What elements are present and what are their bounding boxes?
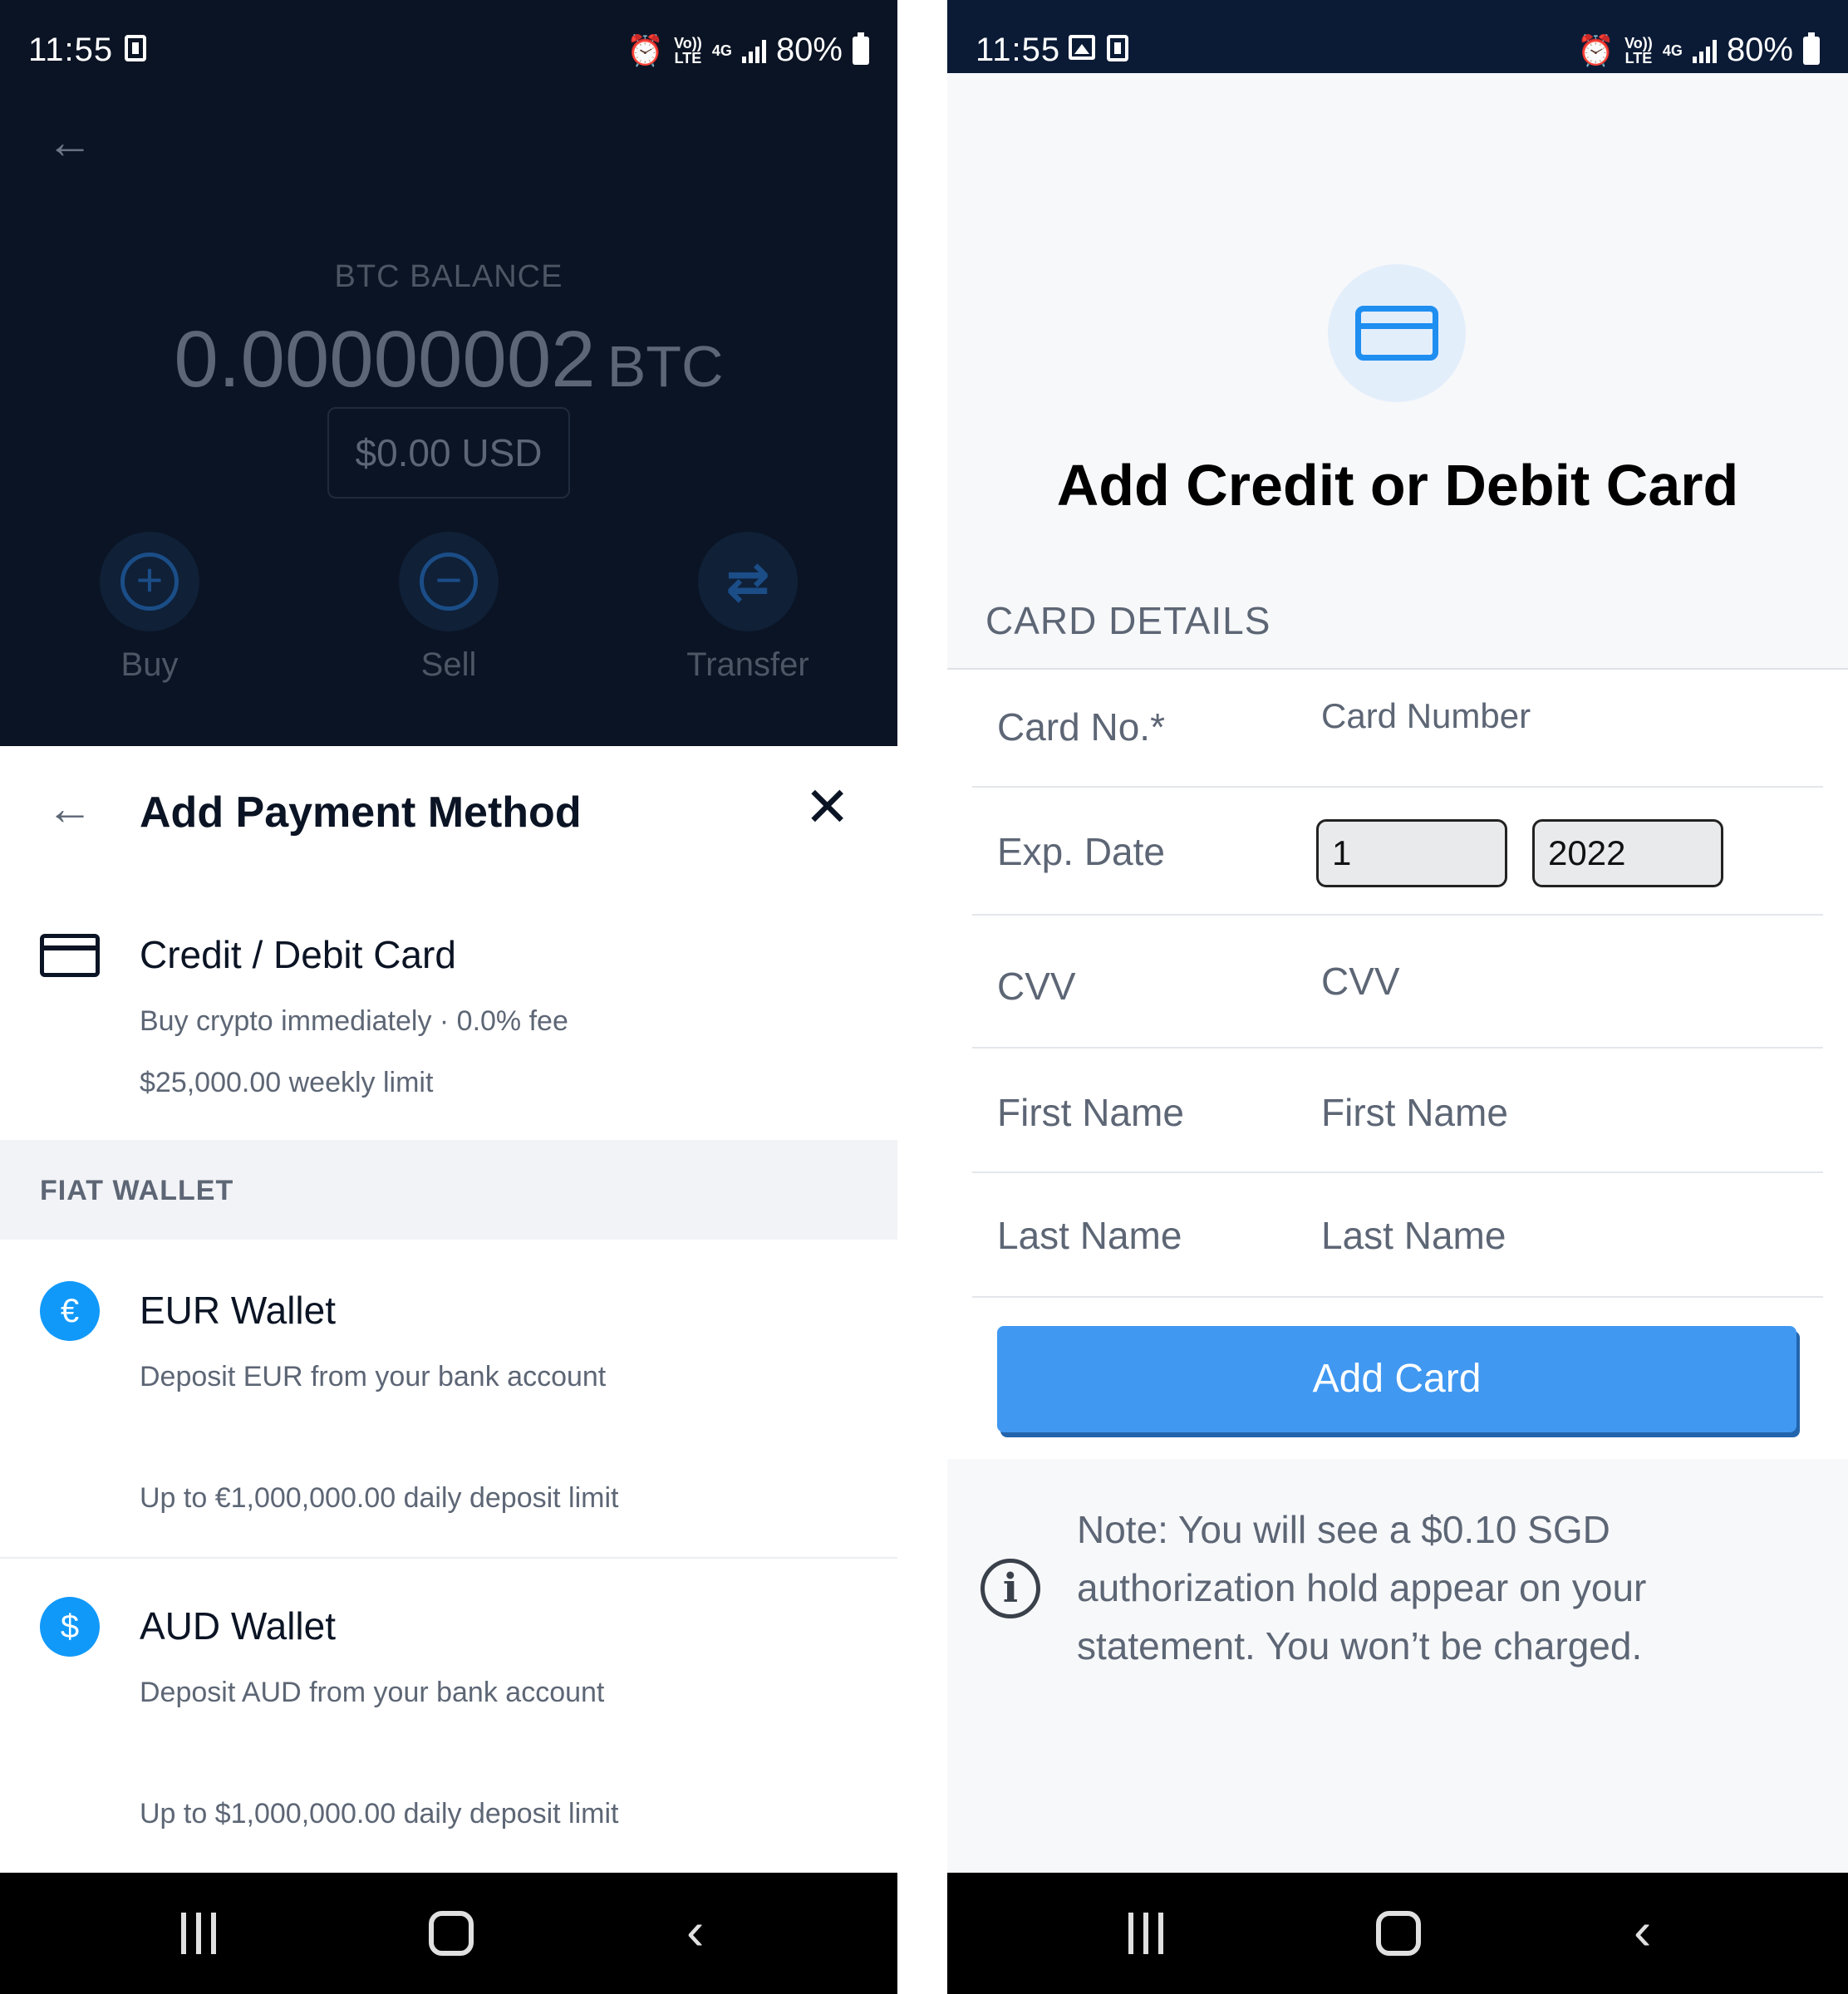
transfer-button[interactable]: ⇄ Transfer	[686, 532, 809, 683]
last-name-label: Last Name	[997, 1214, 1182, 1257]
nfc-icon	[1107, 35, 1128, 61]
system-nav-bar: ‹	[0, 1873, 897, 1994]
alarm-icon: ⏰	[627, 32, 664, 67]
nav-back-icon[interactable]: ‹	[1634, 1904, 1651, 1957]
volte-icon: Vo)) LTE	[1624, 34, 1653, 66]
sheet-title: Add Payment Method	[140, 788, 582, 837]
status-bar: 11:55 ⏰ Vo)) LTE 4G 80%	[947, 0, 1848, 73]
balance-value: 0.00000002	[174, 315, 596, 404]
exp-date-row: Exp. Date 1 2022	[972, 788, 1823, 916]
transfer-arrows-icon: ⇄	[725, 551, 770, 611]
plus-circle-icon: +	[120, 553, 179, 611]
add-card-screen: 11:55 ⏰ Vo)) LTE 4G 80% Add Credit or De…	[947, 0, 1848, 1994]
first-name-input[interactable]: First Name	[1321, 1090, 1508, 1135]
add-card-button[interactable]: Add Card	[997, 1326, 1796, 1432]
first-name-label: First Name	[997, 1091, 1184, 1134]
battery-icon	[1803, 32, 1820, 65]
last-name-input[interactable]: Last Name	[1321, 1213, 1506, 1258]
volte-icon: Vo)) LTE	[674, 34, 702, 66]
card-option-title: Credit / Debit Card	[140, 933, 456, 976]
back-arrow-icon[interactable]: ←	[47, 115, 93, 169]
home-icon[interactable]	[429, 1911, 474, 1956]
cvv-label: CVV	[997, 965, 1076, 1008]
wallet-header: 11:55 ⏰ Vo)) LTE 4G 80% ← BTC BALANCE 0.…	[0, 0, 897, 746]
network-type-icon: 4G	[1662, 42, 1683, 59]
sell-label: Sell	[420, 646, 477, 683]
add-payment-sheet: ← Add Payment Method ✕ Credit / Debit Ca…	[0, 746, 897, 1873]
cvv-row: CVV CVV	[972, 916, 1823, 1049]
fiat-balance[interactable]: $0.00 USD	[327, 407, 570, 498]
page-title: Add Credit or Debit Card	[1056, 453, 1739, 518]
fiat-wallet-section: FIAT WALLET	[0, 1140, 897, 1240]
sheet-back-arrow-icon[interactable]: ←	[47, 781, 93, 835]
buy-label: Buy	[120, 646, 179, 683]
balance-amount: 0.00000002 BTC	[0, 314, 897, 405]
exp-year-select[interactable]: 2022	[1532, 819, 1723, 887]
dollar-icon: $	[40, 1597, 100, 1657]
credit-card-icon	[1355, 306, 1438, 361]
euro-icon: €	[40, 1281, 100, 1341]
buy-button[interactable]: + Buy	[100, 532, 199, 683]
status-time: 11:55	[28, 32, 114, 68]
screen-gap	[897, 0, 947, 1994]
card-badge	[1328, 264, 1466, 402]
aud-wallet-limit: Up to $1,000,000.00 daily deposit limit	[140, 1798, 619, 1829]
last-name-row: Last Name Last Name	[972, 1173, 1823, 1298]
exp-date-label: Exp. Date	[997, 830, 1165, 873]
eur-wallet-subtitle: Deposit EUR from your bank account	[140, 1361, 607, 1392]
payment-method-screen: 11:55 ⏰ Vo)) LTE 4G 80% ← BTC BALANCE 0.…	[0, 0, 897, 1994]
section-label: CARD DETAILS	[985, 599, 1271, 642]
transfer-label: Transfer	[686, 646, 809, 683]
credit-card-icon	[40, 934, 100, 977]
authorization-note: Note: You will see a $0.10 SGD authoriza…	[1077, 1508, 1647, 1667]
first-name-row: First Name First Name	[972, 1049, 1823, 1173]
signal-icon	[741, 38, 766, 63]
section-label: FIAT WALLET	[40, 1175, 234, 1206]
card-form: Card No.* Card Number Exp. Date 1 2022 C…	[947, 668, 1848, 1459]
nav-back-icon[interactable]: ‹	[686, 1904, 704, 1957]
card-number-row: Card No.* Card Number	[972, 670, 1823, 788]
balance-label: BTC BALANCE	[334, 259, 563, 294]
eur-wallet-limit: Up to €1,000,000.00 daily deposit limit	[140, 1482, 619, 1514]
signal-icon	[1692, 38, 1717, 63]
battery-percent: 80%	[1726, 32, 1793, 68]
system-nav-bar: ‹	[947, 1873, 1848, 1994]
battery-icon	[853, 32, 869, 65]
network-type-icon: 4G	[711, 42, 732, 59]
close-icon[interactable]: ✕	[804, 779, 850, 834]
eur-wallet-title: EUR Wallet	[140, 1289, 336, 1332]
cvv-input[interactable]: CVV	[1321, 959, 1400, 1004]
aud-wallet-title: AUD Wallet	[140, 1604, 336, 1648]
recents-icon[interactable]	[1128, 1913, 1163, 1954]
card-number-label: Card No.*	[997, 705, 1165, 749]
aud-wallet-subtitle: Deposit AUD from your bank account	[140, 1677, 605, 1708]
status-bar: 11:55 ⏰ Vo)) LTE 4G 80%	[0, 0, 897, 73]
info-icon: i	[981, 1559, 1040, 1618]
card-number-input[interactable]: Card Number	[1321, 696, 1531, 736]
card-option-subtitle: Buy crypto immediately · 0.0% fee	[140, 1005, 568, 1037]
balance-unit: BTC	[607, 334, 724, 399]
nfc-icon	[125, 35, 146, 61]
card-option-limit: $25,000.00 weekly limit	[140, 1067, 434, 1098]
image-icon	[1069, 35, 1095, 60]
home-icon[interactable]	[1376, 1911, 1421, 1956]
exp-month-select[interactable]: 1	[1316, 819, 1507, 887]
status-time: 11:55	[976, 32, 1061, 68]
status-bar-bg: 11:55 ⏰ Vo)) LTE 4G 80%	[947, 0, 1848, 73]
recents-icon[interactable]	[181, 1913, 216, 1954]
battery-percent: 80%	[775, 32, 843, 68]
divider	[0, 1557, 897, 1559]
minus-circle-icon: −	[420, 553, 478, 611]
sell-button[interactable]: − Sell	[399, 532, 499, 683]
alarm-icon: ⏰	[1577, 32, 1615, 67]
